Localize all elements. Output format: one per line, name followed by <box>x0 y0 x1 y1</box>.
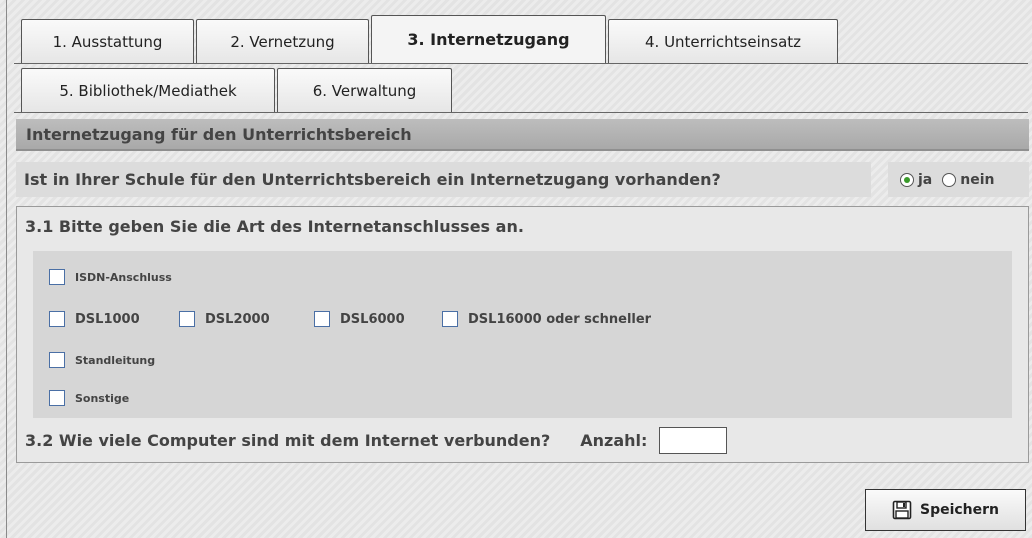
tab-vernetzung[interactable]: 2. Vernetzung <box>196 19 369 63</box>
tab-internetzugang[interactable]: 3. Internetzugang <box>371 15 606 63</box>
internet-access-radio-group: ja nein <box>888 162 1029 197</box>
tab-bibliothek-mediathek[interactable]: 5. Bibliothek/Mediathek <box>21 68 275 112</box>
option-dsl16000[interactable]: DSL16000 oder schneller <box>442 311 651 327</box>
option-dsl1000-label: DSL1000 <box>75 311 140 327</box>
checkbox-standleitung[interactable] <box>49 352 65 368</box>
checkbox-dsl16000[interactable] <box>442 311 458 327</box>
checkbox-dsl1000[interactable] <box>49 311 65 327</box>
option-dsl2000[interactable]: DSL2000 <box>179 311 270 327</box>
option-dsl1000[interactable]: DSL1000 <box>49 311 140 327</box>
checkbox-dsl2000[interactable] <box>179 311 195 327</box>
tab-verwaltung[interactable]: 6. Verwaltung <box>277 68 452 112</box>
option-dsl16000-label: DSL16000 oder schneller <box>468 311 652 327</box>
option-isdn[interactable]: ISDN-Anschluss <box>49 269 172 285</box>
tab-row-divider-2 <box>14 112 1028 113</box>
option-standleitung-label: Standleitung <box>75 353 156 367</box>
count-label: Anzahl: <box>580 431 648 450</box>
connection-type-group: 3.1 Bitte geben Sie die Art des Internet… <box>16 206 1029 463</box>
checkbox-isdn[interactable] <box>49 269 65 285</box>
q32-title: 3.2 Wie viele Computer sind mit dem Inte… <box>25 431 551 450</box>
radio-ja-label: ja <box>918 171 933 188</box>
computer-count-input[interactable] <box>659 427 728 454</box>
section-title: Internetzugang für den Unterrichtsbereic… <box>16 119 1029 151</box>
radio-ja[interactable] <box>900 172 914 187</box>
option-dsl6000-label: DSL6000 <box>340 311 405 327</box>
tab-unterrichtseinsatz[interactable]: 4. Unterrichtseinsatz <box>608 19 838 63</box>
option-dsl6000[interactable]: DSL6000 <box>314 311 405 327</box>
option-dsl2000-label: DSL2000 <box>205 311 270 327</box>
floppy-disk-icon <box>892 500 912 520</box>
q31-title: 3.1 Bitte geben Sie die Art des Internet… <box>25 217 524 236</box>
tab-ausstattung[interactable]: 1. Ausstattung <box>21 19 194 63</box>
radio-nein-label: nein <box>960 171 995 188</box>
connection-options-panel: ISDN-Anschluss DSL1000 DSL2000 DSL6000 D… <box>33 251 1012 418</box>
left-border <box>6 0 7 538</box>
tab-row-divider <box>14 63 1028 64</box>
save-button[interactable]: Speichern <box>865 489 1026 531</box>
option-isdn-label: ISDN-Anschluss <box>75 270 172 284</box>
save-button-label: Speichern <box>919 502 1000 518</box>
internet-access-question: Ist in Ihrer Schule für den Unterrichtsb… <box>16 162 871 197</box>
checkbox-sonstige[interactable] <box>49 390 65 406</box>
option-sonstige-label: Sonstige <box>75 391 130 405</box>
radio-nein[interactable] <box>942 172 957 187</box>
option-standleitung[interactable]: Standleitung <box>49 352 155 368</box>
option-sonstige[interactable]: Sonstige <box>49 390 129 406</box>
q32-row: 3.2 Wie viele Computer sind mit dem Inte… <box>25 427 728 454</box>
checkbox-dsl6000[interactable] <box>314 311 330 327</box>
